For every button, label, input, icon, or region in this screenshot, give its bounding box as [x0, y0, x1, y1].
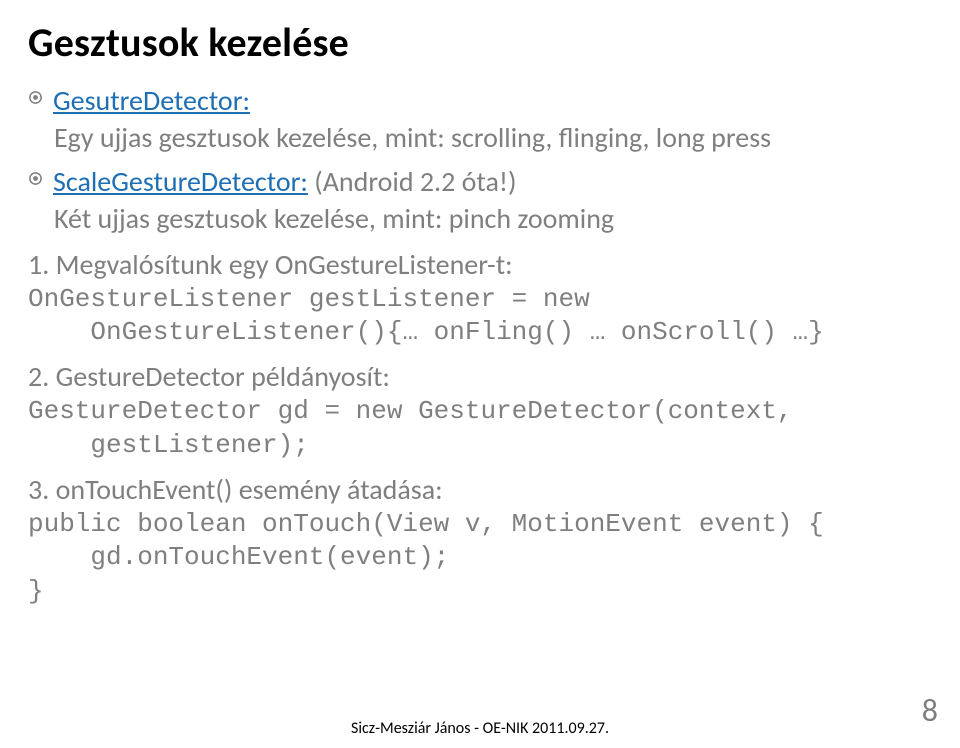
slide-footer: Sicz-Mesziár János - OE-NIK 2011.09.27. — [0, 719, 960, 738]
bullet-body: Egy ujjas gesztusok kezelése, mint: scro… — [54, 120, 932, 156]
step-number: 2. — [28, 359, 49, 394]
code-line: public boolean onTouch(View v, MotionEve… — [28, 509, 932, 541]
code-line: gestListener); — [28, 430, 932, 462]
step-item: 2. GestureDetector példányosít: — [28, 359, 932, 394]
bullet-text: GesutreDetector: — [53, 83, 250, 118]
code-line: } — [28, 576, 932, 608]
code-line: OnGestureListener gestListener = new — [28, 284, 932, 316]
step-text: GestureDetector példányosít: — [56, 359, 390, 394]
code-line: OnGestureListener(){… onFling() … onScro… — [28, 317, 932, 349]
step-number: 3. — [28, 472, 49, 507]
code-line: gd.onTouchEvent(event); — [28, 542, 932, 574]
bullet-body: Két ujjas gesztusok kezelése, mint: pinc… — [54, 201, 932, 237]
code-line: GestureDetector gd = new GestureDetector… — [28, 396, 932, 428]
step-text: onTouchEvent() esemény átadása: — [56, 472, 443, 507]
page-number: 8 — [922, 691, 938, 730]
bullet-item: ScaleGestureDetector: (Android 2.2 óta!) — [28, 164, 932, 199]
step-number: 1. — [28, 247, 49, 282]
gesture-detector-link[interactable]: GesutreDetector: — [53, 83, 250, 118]
bullet-icon — [28, 171, 43, 186]
step-text: Megvalósítunk egy OnGestureListener-t: — [56, 247, 513, 282]
bullet-note: (Android 2.2 óta!) — [308, 164, 517, 199]
bullet-icon — [28, 90, 43, 105]
scale-gesture-detector-link[interactable]: ScaleGestureDetector: — [53, 164, 308, 199]
step-item: 1. Megvalósítunk egy OnGestureListener-t… — [28, 247, 932, 282]
bullet-text: ScaleGestureDetector: (Android 2.2 óta!) — [53, 164, 516, 199]
bullet-item: GesutreDetector: — [28, 83, 932, 118]
slide-title: Gesztusok kezelése — [28, 18, 932, 67]
step-item: 3. onTouchEvent() esemény átadása: — [28, 472, 932, 507]
